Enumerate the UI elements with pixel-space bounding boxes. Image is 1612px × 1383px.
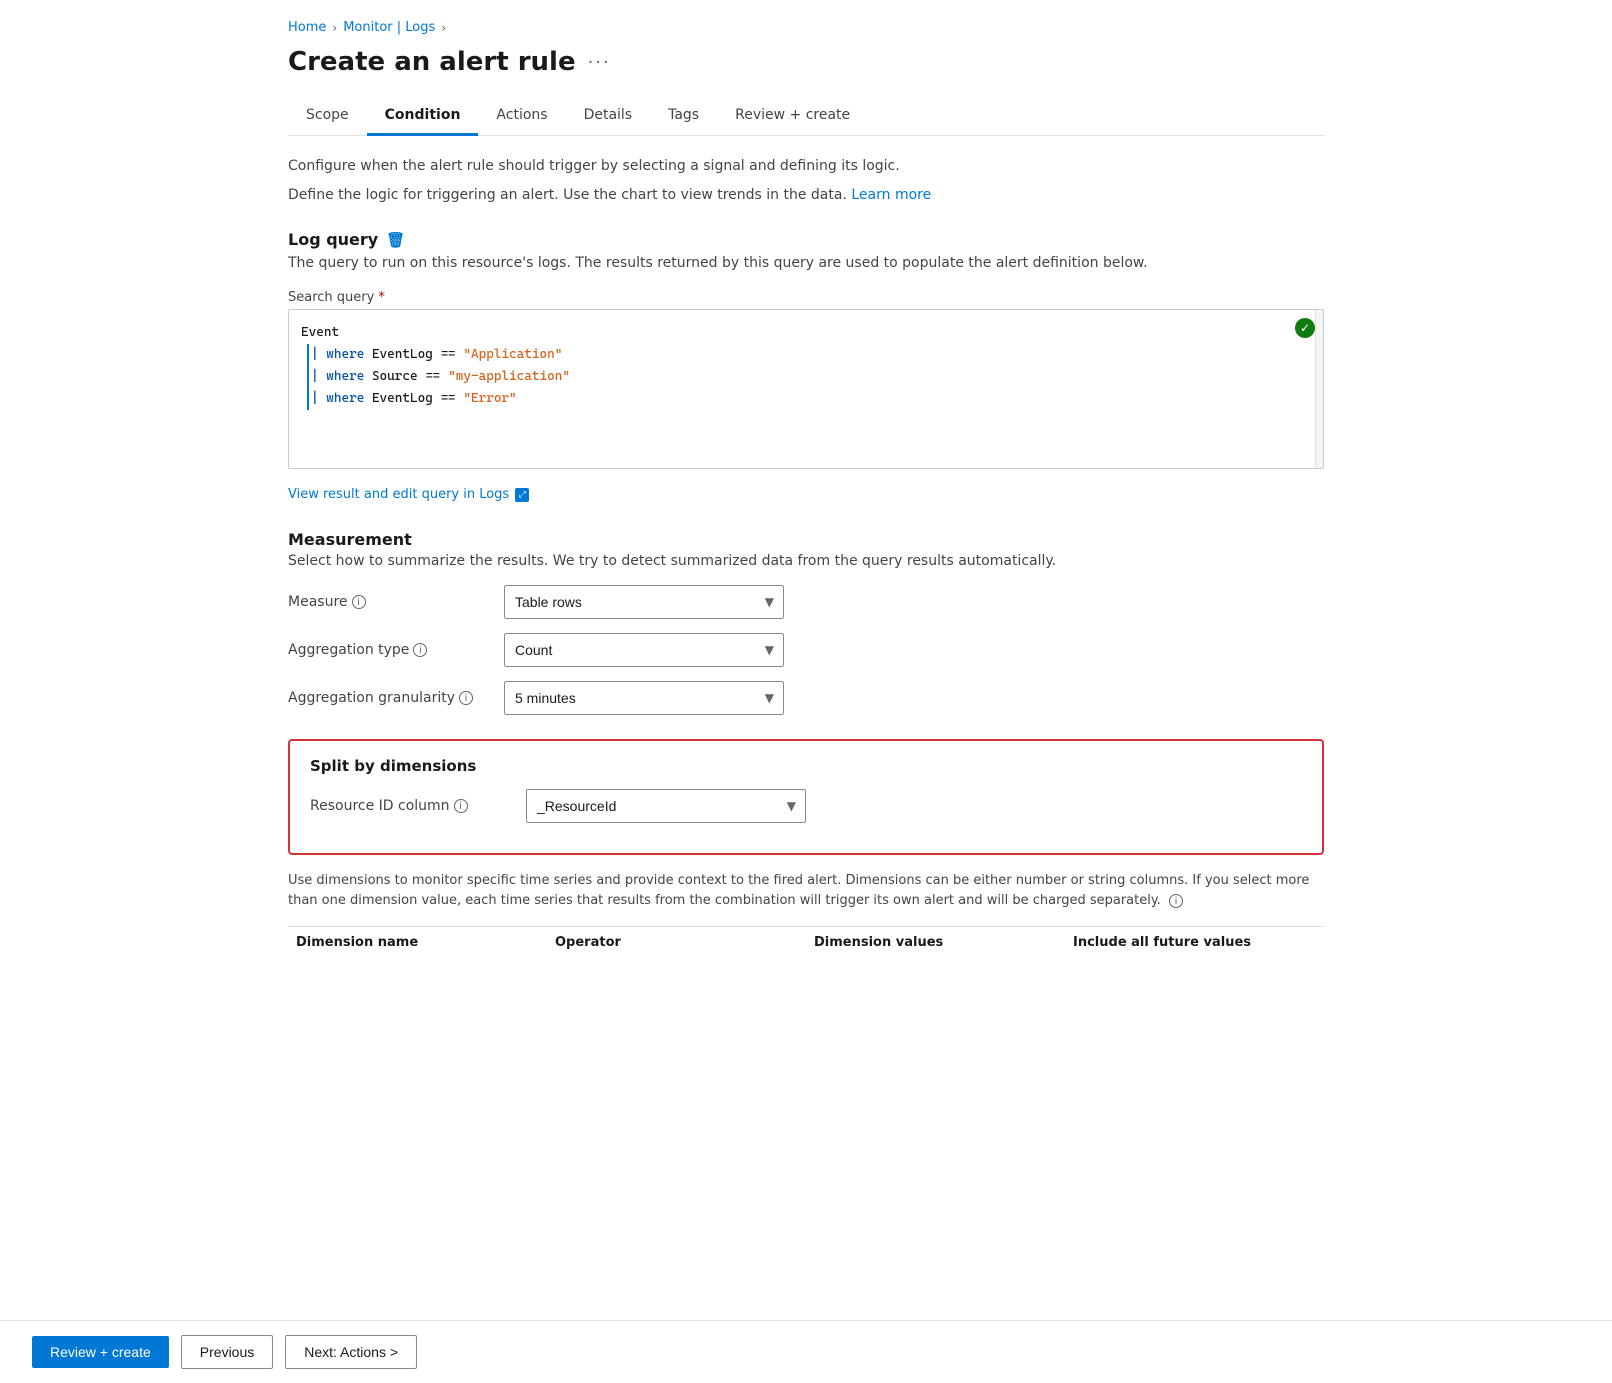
breadcrumb-sep-1: › [332,21,337,35]
col-include-future-values: Include all future values [1065,935,1324,950]
col-operator: Operator [547,935,806,950]
col-dimension-values: Dimension values [806,935,1065,950]
tab-condition[interactable]: Condition [367,97,479,136]
external-link-icon: ⤢ [515,488,529,502]
query-line-4: | where EventLog == "Error" [307,388,1283,410]
page-title: Create an alert rule [288,47,576,77]
log-query-subtitle: The query to run on this resource's logs… [288,253,1324,274]
aggregation-type-dropdown-wrapper: Count Average Min Max Sum ▼ [504,633,784,667]
previous-button[interactable]: Previous [181,1335,273,1369]
resource-id-select[interactable]: _ResourceId None [526,789,806,823]
breadcrumb-sep-2: › [441,21,446,35]
tab-scope[interactable]: Scope [288,97,367,136]
query-editor-container[interactable]: ✓ Event | where EventLog == "Application… [288,309,1324,469]
query-scrollbar[interactable] [1315,310,1323,468]
tab-review-create[interactable]: Review + create [717,97,868,136]
review-create-button[interactable]: Review + create [32,1336,169,1368]
dimensions-table-header: Dimension name Operator Dimension values… [288,926,1324,958]
col-dimension-name: Dimension name [288,935,547,950]
next-actions-button[interactable]: Next: Actions > [285,1335,417,1369]
dimensions-helper-info-icon[interactable]: i [1169,894,1183,908]
aggregation-granularity-row: Aggregation granularity i 1 minute 5 min… [288,681,1324,715]
tab-actions[interactable]: Actions [478,97,565,136]
query-line-1: Event [301,322,1283,344]
condition-desc-1: Configure when the alert rule should tri… [288,156,1324,177]
aggregation-granularity-label: Aggregation granularity i [288,690,488,706]
aggregation-type-select[interactable]: Count Average Min Max Sum [504,633,784,667]
query-valid-icon: ✓ [1295,318,1315,338]
aggregation-granularity-info-icon[interactable]: i [459,691,473,705]
query-line-2: | where EventLog == "Application" [307,344,1283,366]
measure-row: Measure i Table rows Custom column ▼ [288,585,1324,619]
measurement-desc: Select how to summarize the results. We … [288,553,1324,569]
delete-query-icon[interactable]: 🗑 [386,231,405,249]
measure-select[interactable]: Table rows Custom column [504,585,784,619]
condition-desc-2: Define the logic for triggering an alert… [288,185,1324,206]
breadcrumb-monitor-logs[interactable]: Monitor | Logs [343,20,435,35]
page-title-row: Create an alert rule ··· [288,47,1324,77]
aggregation-type-info-icon[interactable]: i [413,643,427,657]
breadcrumb: Home › Monitor | Logs › [288,20,1324,35]
measure-label: Measure i [288,594,488,610]
tab-tags[interactable]: Tags [650,97,717,136]
breadcrumb-home[interactable]: Home [288,20,326,35]
measure-dropdown-wrapper: Table rows Custom column ▼ [504,585,784,619]
resource-id-info-icon[interactable]: i [454,799,468,813]
learn-more-link[interactable]: Learn more [851,187,931,203]
tab-details[interactable]: Details [566,97,651,136]
resource-id-row: Resource ID column i _ResourceId None ▼ [310,789,1302,823]
search-query-label: Search query * [288,290,1324,305]
required-indicator: * [378,290,385,305]
measurement-section-title: Measurement [288,530,1324,549]
dimensions-helper-text: Use dimensions to monitor specific time … [288,871,1324,910]
resource-id-label: Resource ID column i [310,798,510,814]
resource-id-dropdown-wrapper: _ResourceId None ▼ [526,789,806,823]
split-dimensions-section: Split by dimensions Resource ID column i… [288,739,1324,855]
measure-info-icon[interactable]: i [352,595,366,609]
aggregation-type-label: Aggregation type i [288,642,488,658]
query-line-3: | where Source == "my-application" [307,366,1283,388]
query-keyword-event: Event [301,325,339,340]
log-query-section-title: Log query 🗑 [288,230,1324,249]
view-query-link[interactable]: View result and edit query in Logs ⤢ [288,487,529,502]
more-options-icon[interactable]: ··· [588,52,611,73]
aggregation-granularity-select[interactable]: 1 minute 5 minutes 10 minutes 15 minutes… [504,681,784,715]
aggregation-type-row: Aggregation type i Count Average Min Max… [288,633,1324,667]
split-dimensions-title: Split by dimensions [310,757,1302,775]
query-editor[interactable]: Event | where EventLog == "Application" … [289,310,1323,422]
tabs-nav: Scope Condition Actions Details Tags Rev… [288,97,1324,136]
aggregation-granularity-dropdown-wrapper: 1 minute 5 minutes 10 minutes 15 minutes… [504,681,784,715]
footer-bar: Review + create Previous Next: Actions > [0,1320,1612,1383]
